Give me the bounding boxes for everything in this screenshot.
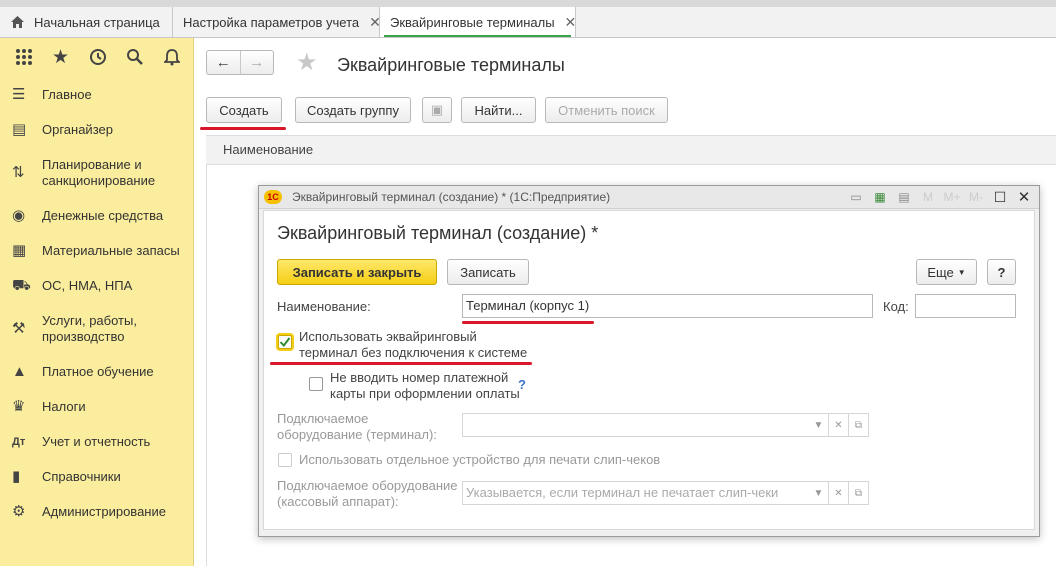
accounting-icon: Дт: [12, 436, 26, 448]
tab-label: Эквайринговые терминалы: [390, 14, 555, 30]
page-title: Эквайринговые терминалы: [337, 55, 565, 75]
favorite-star-icon[interactable]: ★: [296, 51, 318, 75]
sidebar-toolbar: ★: [0, 38, 193, 76]
tab-home[interactable]: Начальная страница: [0, 7, 173, 37]
no-card-number-label[interactable]: Не вводить номер платежной карты при офо…: [330, 370, 520, 402]
catalog-icon: ▮: [12, 468, 21, 485]
save-button[interactable]: Записать: [447, 259, 529, 285]
inventory-icon: ▦: [12, 242, 27, 259]
terminal-dialog: 1С Эквайринговый терминал (создание) * (…: [258, 185, 1040, 537]
open-icon[interactable]: ⧉: [849, 413, 869, 437]
tab-bar: Начальная страница Настройка параметров …: [0, 7, 1056, 38]
top-strip: [0, 0, 1056, 7]
name-underline: [462, 321, 594, 324]
cash-register-label: Подключаемое оборудование (кассовый аппа…: [277, 478, 458, 509]
emblem-icon: ♛: [12, 398, 26, 415]
save-and-close-button[interactable]: Записать и закрыть: [277, 259, 437, 285]
copy-icon: ▣: [430, 102, 444, 117]
history-icon[interactable]: [79, 38, 116, 76]
separate-device-checkbox[interactable]: [278, 453, 292, 467]
maximize-icon[interactable]: ☐: [991, 189, 1009, 206]
sidebar-item-main[interactable]: ☰ Главное: [0, 87, 192, 103]
checkbox-underline: [270, 362, 532, 365]
name-field[interactable]: Терминал (корпус 1): [462, 294, 873, 318]
tab-acquiring-terminals[interactable]: Эквайринговые терминалы ✕: [380, 7, 576, 37]
gear-icon: ⚙: [12, 503, 26, 520]
checkmark-icon: [279, 337, 291, 348]
calculator-icon[interactable]: ▦: [871, 190, 889, 204]
1c-logo-icon: 1С: [264, 190, 282, 204]
equipment-field[interactable]: [462, 413, 810, 437]
sidebar: ★ ☰ Главное ▤ Органайзер ⇅ Планирование и с…: [0, 38, 194, 566]
sidebar-item-education[interactable]: ▲ Платное обучение: [0, 364, 192, 380]
back-arrow-icon[interactable]: ←: [207, 51, 240, 74]
forward-arrow-icon[interactable]: →: [239, 51, 274, 74]
cash-register-field[interactable]: Указывается, если терминал не печатает с…: [462, 481, 810, 505]
code-field[interactable]: [915, 294, 1016, 318]
help-button[interactable]: ?: [987, 259, 1016, 285]
use-without-connection-label[interactable]: Использовать эквайринговый терминал без …: [299, 329, 534, 361]
graduation-cap-icon: ▲: [12, 363, 27, 380]
sidebar-item-planning[interactable]: ⇅ Планирование и санкционирование: [0, 157, 192, 189]
organizer-icon: ▤: [12, 121, 27, 138]
favorites-star-icon[interactable]: ★: [42, 38, 79, 76]
help-hint-icon[interactable]: ?: [518, 377, 526, 393]
print-icon[interactable]: ▭: [847, 190, 865, 204]
use-without-connection-checkbox[interactable]: [278, 335, 292, 349]
dialog-heading: Эквайринговый терминал (создание) *: [277, 223, 599, 243]
sidebar-item-services[interactable]: ⚒ Услуги, работы, производство: [0, 313, 192, 345]
sidebar-item-accounting[interactable]: Дт Учет и отчетность: [0, 434, 192, 450]
bell-icon[interactable]: [153, 38, 190, 76]
menu-icon: ☰: [12, 86, 26, 103]
close-icon[interactable]: ✕: [565, 14, 577, 31]
sidebar-item-admin[interactable]: ⚙ Администрирование: [0, 504, 192, 520]
search-icon[interactable]: [116, 38, 153, 76]
sidebar-item-inventory[interactable]: ▦ Материальные запасы: [0, 243, 192, 259]
chevron-down-icon: ▼: [957, 267, 966, 277]
history-nav: ← →: [206, 50, 274, 75]
dialog-titlebar: 1С Эквайринговый терминал (создание) * (…: [259, 186, 1039, 209]
dialog-body: Эквайринговый терминал (создание) * Запи…: [263, 210, 1035, 530]
code-label: Код:: [883, 299, 909, 314]
sidebar-item-catalogs[interactable]: ▮ Справочники: [0, 469, 192, 485]
clear-icon[interactable]: ✕: [829, 481, 849, 505]
cancel-search-button[interactable]: Отменить поиск: [545, 97, 668, 123]
memory-mplus-icon[interactable]: M+: [943, 190, 961, 204]
truck-icon: ⛟: [12, 277, 31, 294]
create-group-button[interactable]: Создать группу: [295, 97, 411, 123]
create-button[interactable]: Создать: [206, 97, 282, 123]
dropdown-icon[interactable]: ▼: [809, 413, 829, 437]
no-card-number-checkbox[interactable]: [309, 377, 323, 391]
separate-device-label[interactable]: Использовать отдельное устройство для пе…: [299, 452, 679, 468]
sidebar-item-money[interactable]: ◉ Денежные средства: [0, 208, 192, 224]
create-underline: [200, 127, 286, 130]
apps-grid-icon[interactable]: [5, 38, 42, 76]
tab-label: Настройка параметров учета: [183, 14, 360, 30]
more-button[interactable]: Еще ▼: [916, 259, 977, 285]
sidebar-item-taxes[interactable]: ♛ Налоги: [0, 399, 192, 415]
calendar-icon[interactable]: ▤: [895, 190, 913, 204]
memory-mminus-icon[interactable]: M-: [967, 190, 985, 204]
copy-button[interactable]: ▣: [422, 97, 452, 123]
close-icon[interactable]: ✕: [1015, 188, 1033, 206]
tools-icon: ⚒: [12, 320, 26, 337]
home-icon: [10, 15, 28, 29]
clear-icon[interactable]: ✕: [829, 413, 849, 437]
tab-label: Начальная страница: [34, 14, 160, 30]
sidebar-item-fixed-assets[interactable]: ⛟ ОС, НМА, НПА: [0, 278, 192, 294]
tab-accounting-settings[interactable]: Настройка параметров учета ✕: [173, 7, 381, 37]
dialog-window-title: Эквайринговый терминал (создание) * (1С:…: [292, 190, 611, 204]
open-icon[interactable]: ⧉: [849, 481, 869, 505]
equipment-label: Подключаемое оборудование (терминал):: [277, 411, 437, 442]
sidebar-item-organizer[interactable]: ▤ Органайзер: [0, 122, 192, 138]
memory-m-icon[interactable]: M: [919, 190, 937, 204]
column-header-name[interactable]: Наименование: [206, 135, 1056, 165]
planning-icon: ⇅: [12, 164, 25, 181]
dialog-tools: ▭ ▦ ▤ M M+ M- ☐ ✕: [847, 188, 1033, 207]
find-button[interactable]: Найти...: [461, 97, 536, 123]
money-icon: ◉: [12, 207, 26, 224]
dropdown-icon[interactable]: ▼: [809, 481, 829, 505]
name-label: Наименование:: [277, 299, 371, 314]
